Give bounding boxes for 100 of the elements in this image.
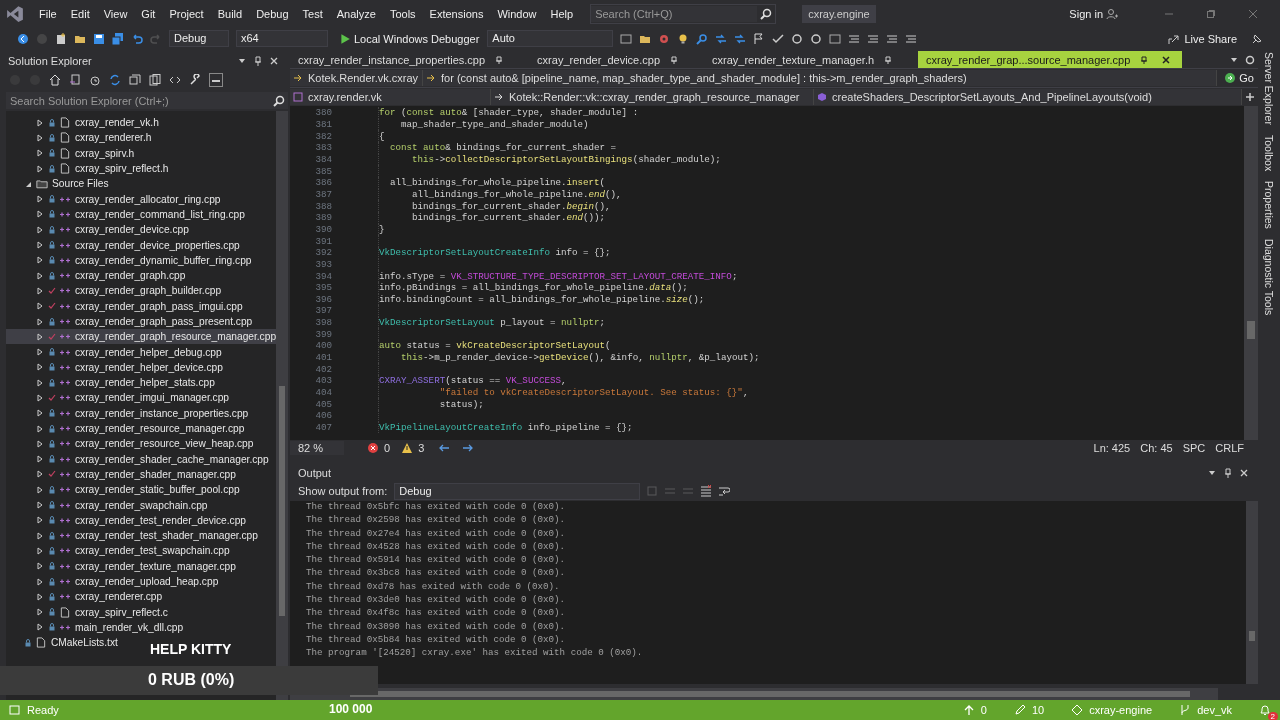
tree-item[interactable]: cxray_render_test_swapchain.cpp — [6, 543, 230, 559]
home-icon[interactable] — [49, 74, 61, 86]
expander-icon[interactable] — [36, 225, 44, 234]
menu-item[interactable]: Tools — [382, 7, 423, 20]
side-tab[interactable]: Diagnostic Tools — [1263, 239, 1275, 316]
expander-icon[interactable] — [36, 195, 44, 204]
sign-in-link[interactable]: Sign in — [1069, 7, 1103, 20]
whitespace-mode[interactable]: SPC — [1182, 442, 1206, 454]
tree-item[interactable]: cxray_render_test_shader_manager.cpp — [6, 528, 258, 544]
menu-item[interactable]: Edit — [63, 7, 97, 20]
expander-icon[interactable] — [36, 332, 44, 341]
tree-item[interactable]: cxray_render_static_buffer_pool.cpp — [6, 482, 240, 498]
tree-item[interactable]: cxray_renderer.h — [6, 130, 152, 146]
code-icon[interactable] — [169, 74, 181, 86]
menu-item[interactable]: Project — [162, 7, 211, 20]
expander-icon[interactable] — [36, 256, 44, 265]
tree-item[interactable]: cxray_spirv_reflect.c — [6, 604, 168, 620]
expander-icon[interactable] — [36, 485, 44, 494]
expander-icon[interactable] — [36, 470, 44, 479]
expander-icon[interactable] — [36, 516, 44, 525]
zoom-dropdown[interactable]: 82 % — [290, 441, 344, 455]
file-tab[interactable]: cxray_render_texture_manager.h — [704, 51, 905, 68]
expander-icon[interactable] — [36, 118, 44, 127]
expander-icon[interactable] — [36, 210, 44, 219]
expander-icon[interactable] — [36, 546, 44, 555]
tree-item[interactable]: cxray_render_vk.h — [6, 115, 159, 131]
scope-dropdown[interactable]: Kotek.Render.vk.cxray — [290, 70, 423, 86]
menu-item[interactable]: Window — [490, 7, 544, 20]
scrollbar[interactable] — [1246, 501, 1258, 684]
expander-icon[interactable] — [36, 394, 44, 402]
expander-icon[interactable] — [36, 577, 44, 586]
pin-icon[interactable] — [253, 55, 263, 66]
tree-item[interactable]: cxray_render_swapchain.cpp — [6, 497, 208, 513]
configuration-dropdown[interactable]: Debug — [169, 30, 229, 47]
tree-item[interactable]: cxray_spirv.h — [6, 145, 135, 161]
line-endings[interactable]: CRLF — [1215, 442, 1244, 454]
statement-dropdown[interactable]: for (const auto& [pipeline_name, map_shader_type_and_shader_module] : this->m_render_graph_shaders) — [423, 70, 1218, 86]
side-tab[interactable]: Toolbox — [1263, 134, 1275, 172]
tree-item[interactable]: cxray_render_dynamic_buffer_ring.cpp — [6, 252, 252, 268]
tree-item[interactable]: cxray_render_helper_stats.cpp — [6, 375, 215, 391]
split-icon[interactable] — [1245, 92, 1255, 102]
tree-item[interactable]: cxray_render_device.cpp — [6, 222, 189, 238]
preview-icon[interactable] — [209, 73, 223, 87]
tree-item[interactable]: cxray_render_instance_properties.cpp — [6, 405, 249, 421]
tree-item[interactable]: cxray_render_helper_device.cpp — [6, 359, 223, 376]
expander-icon[interactable] — [36, 302, 44, 311]
member-dropdown[interactable]: createShaders_DescriptorSetLayouts_And_PipelineLayouts(void) — [814, 89, 1242, 105]
pin-icon[interactable] — [883, 54, 894, 65]
scrollbar[interactable] — [276, 111, 288, 700]
tree-item[interactable]: cxray_render_graph.cpp — [6, 267, 186, 284]
tree-item[interactable]: cxray_render_graph_resource_manager.cpp — [6, 329, 276, 345]
circle-icon[interactable] — [810, 32, 823, 45]
class-dropdown[interactable]: Kotek::Render::vk::cxray_render_graph_resource_manager — [491, 89, 814, 105]
output-source-dropdown[interactable]: Debug — [394, 482, 641, 500]
tree-item[interactable]: cxray_spirv_reflect.h — [6, 160, 169, 177]
expander-icon[interactable] — [36, 455, 44, 464]
tree-item[interactable]: cxray_render_imgui_manager.cpp — [6, 390, 230, 406]
tree-item[interactable]: cxray_render_helper_debug.cpp — [6, 344, 222, 360]
clear-all-icon[interactable] — [700, 485, 713, 497]
expander-icon[interactable] — [36, 608, 44, 617]
tree-item[interactable]: Source Files — [6, 176, 109, 192]
arrows-icon[interactable] — [715, 32, 728, 45]
tree-item[interactable]: CMakeLists.txt — [6, 635, 118, 651]
tree-item[interactable]: cxray_render_graph_pass_imgui.cpp — [6, 298, 243, 314]
warning-count[interactable]: 3 — [418, 442, 425, 454]
tree-item[interactable]: cxray_render_upload_heap.cpp — [6, 573, 219, 590]
search-box[interactable]: Search (Ctrl+Q) — [590, 3, 777, 24]
menu-item[interactable]: View — [96, 7, 135, 20]
expander-icon[interactable] — [36, 317, 44, 326]
tree-item[interactable]: cxray_render_texture_manager.cpp — [6, 558, 236, 574]
pin-icon[interactable] — [1223, 467, 1233, 478]
expander-icon[interactable] — [36, 149, 44, 158]
expander-icon[interactable] — [36, 378, 44, 387]
search-icon[interactable] — [696, 32, 709, 45]
pin-icon[interactable] — [669, 54, 679, 65]
start-debugging-button[interactable]: Local Windows Debugger — [332, 32, 484, 45]
tree-item[interactable]: cxray_renderer.cpp — [6, 589, 163, 605]
menu-item[interactable]: File — [32, 7, 64, 20]
expander-icon[interactable] — [36, 623, 44, 632]
tree-item[interactable]: cxray_render_device_properties.cpp — [6, 237, 240, 253]
checkmark-icon[interactable] — [772, 32, 785, 45]
collapse-all-icon[interactable] — [129, 74, 141, 86]
circle-icon[interactable] — [791, 32, 804, 45]
bell-icon[interactable] — [1259, 704, 1271, 716]
expander-icon[interactable] — [36, 133, 44, 142]
file-tab[interactable]: cxray_render_grap...source_manager.cpp — [918, 51, 1183, 68]
arrows-icon[interactable] — [734, 32, 747, 45]
new-item-icon[interactable] — [55, 32, 67, 45]
save-all-icon[interactable] — [112, 32, 124, 45]
expander-icon[interactable] — [36, 363, 44, 372]
tree-item[interactable]: cxray_render_allocator_ring.cpp — [6, 191, 221, 207]
flag-icon[interactable] — [753, 32, 766, 45]
undo-icon[interactable] — [131, 32, 143, 45]
go-button[interactable]: Go — [1217, 72, 1258, 84]
scrollbar[interactable] — [290, 688, 1218, 700]
pin-icon[interactable] — [494, 54, 505, 65]
tree-item[interactable]: cxray_render_shader_cache_manager.cpp — [6, 451, 269, 467]
menu-item[interactable]: Debug — [249, 7, 296, 20]
tree-item[interactable]: main_render_vk_dll.cpp — [6, 619, 184, 636]
lines-icon[interactable] — [867, 32, 880, 45]
